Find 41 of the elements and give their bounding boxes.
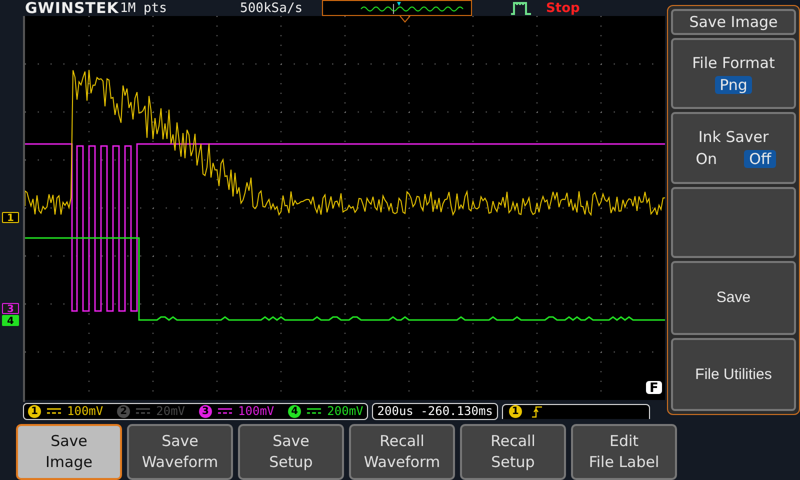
softkey[interactable]: Recall Waveform [349, 424, 455, 480]
menu-option[interactable]: Ink Saver On Off [671, 112, 796, 184]
sample-rate: 500kSa/s [240, 0, 304, 16]
dc-coupling-icon [47, 408, 61, 414]
rising-edge-icon [532, 406, 542, 418]
channel-marker[interactable]: 1 [2, 212, 19, 223]
softkey[interactable]: Save Setup [238, 424, 344, 480]
channel-scale: 100mV [238, 404, 274, 418]
menu-button[interactable]: Save [671, 261, 796, 335]
math-marker: F [645, 380, 663, 395]
channel-scale: 200mV [327, 404, 364, 418]
menu-button[interactable]: File Utilities [671, 338, 796, 412]
run-status: Stop [546, 0, 580, 16]
option-label: File Format [692, 54, 775, 72]
softkey[interactable]: Recall Setup [460, 424, 566, 480]
menu-title: Save Image [671, 9, 796, 35]
channel-number: 2 [117, 404, 130, 418]
channel-number: 1 [28, 404, 41, 418]
option-value[interactable]: Png [714, 76, 752, 94]
menu-option[interactable]: File Format Png [671, 38, 796, 110]
brand-logo: GWINSTEK [25, 0, 120, 17]
option-label: Ink Saver [698, 128, 769, 146]
trigger-position-icon [400, 16, 410, 23]
option-value[interactable]: On [690, 150, 722, 168]
trigger-source: 1 [508, 405, 522, 418]
channel-number: 3 [199, 404, 212, 418]
channel-number: 4 [288, 404, 302, 418]
pulse-trigger-icon [510, 1, 532, 15]
option-value[interactable]: Off [744, 150, 776, 168]
timebase-readout: 200us -260.130ms [372, 402, 498, 420]
channel-scale: 20mV [156, 404, 186, 418]
dc-coupling-icon [136, 408, 150, 414]
softkey[interactable]: Edit File Label [571, 424, 677, 480]
channel-scale: 100mV [67, 404, 104, 418]
channel-marker[interactable]: 4 [2, 315, 19, 326]
softkey[interactable]: Save Image [16, 424, 122, 480]
memory-length: 1M pts [120, 0, 168, 16]
dc-coupling-icon [218, 408, 232, 414]
channel-marker[interactable]: 3 [2, 303, 19, 314]
softkey[interactable]: Save Waveform [127, 424, 233, 480]
dc-coupling-icon [307, 408, 322, 414]
